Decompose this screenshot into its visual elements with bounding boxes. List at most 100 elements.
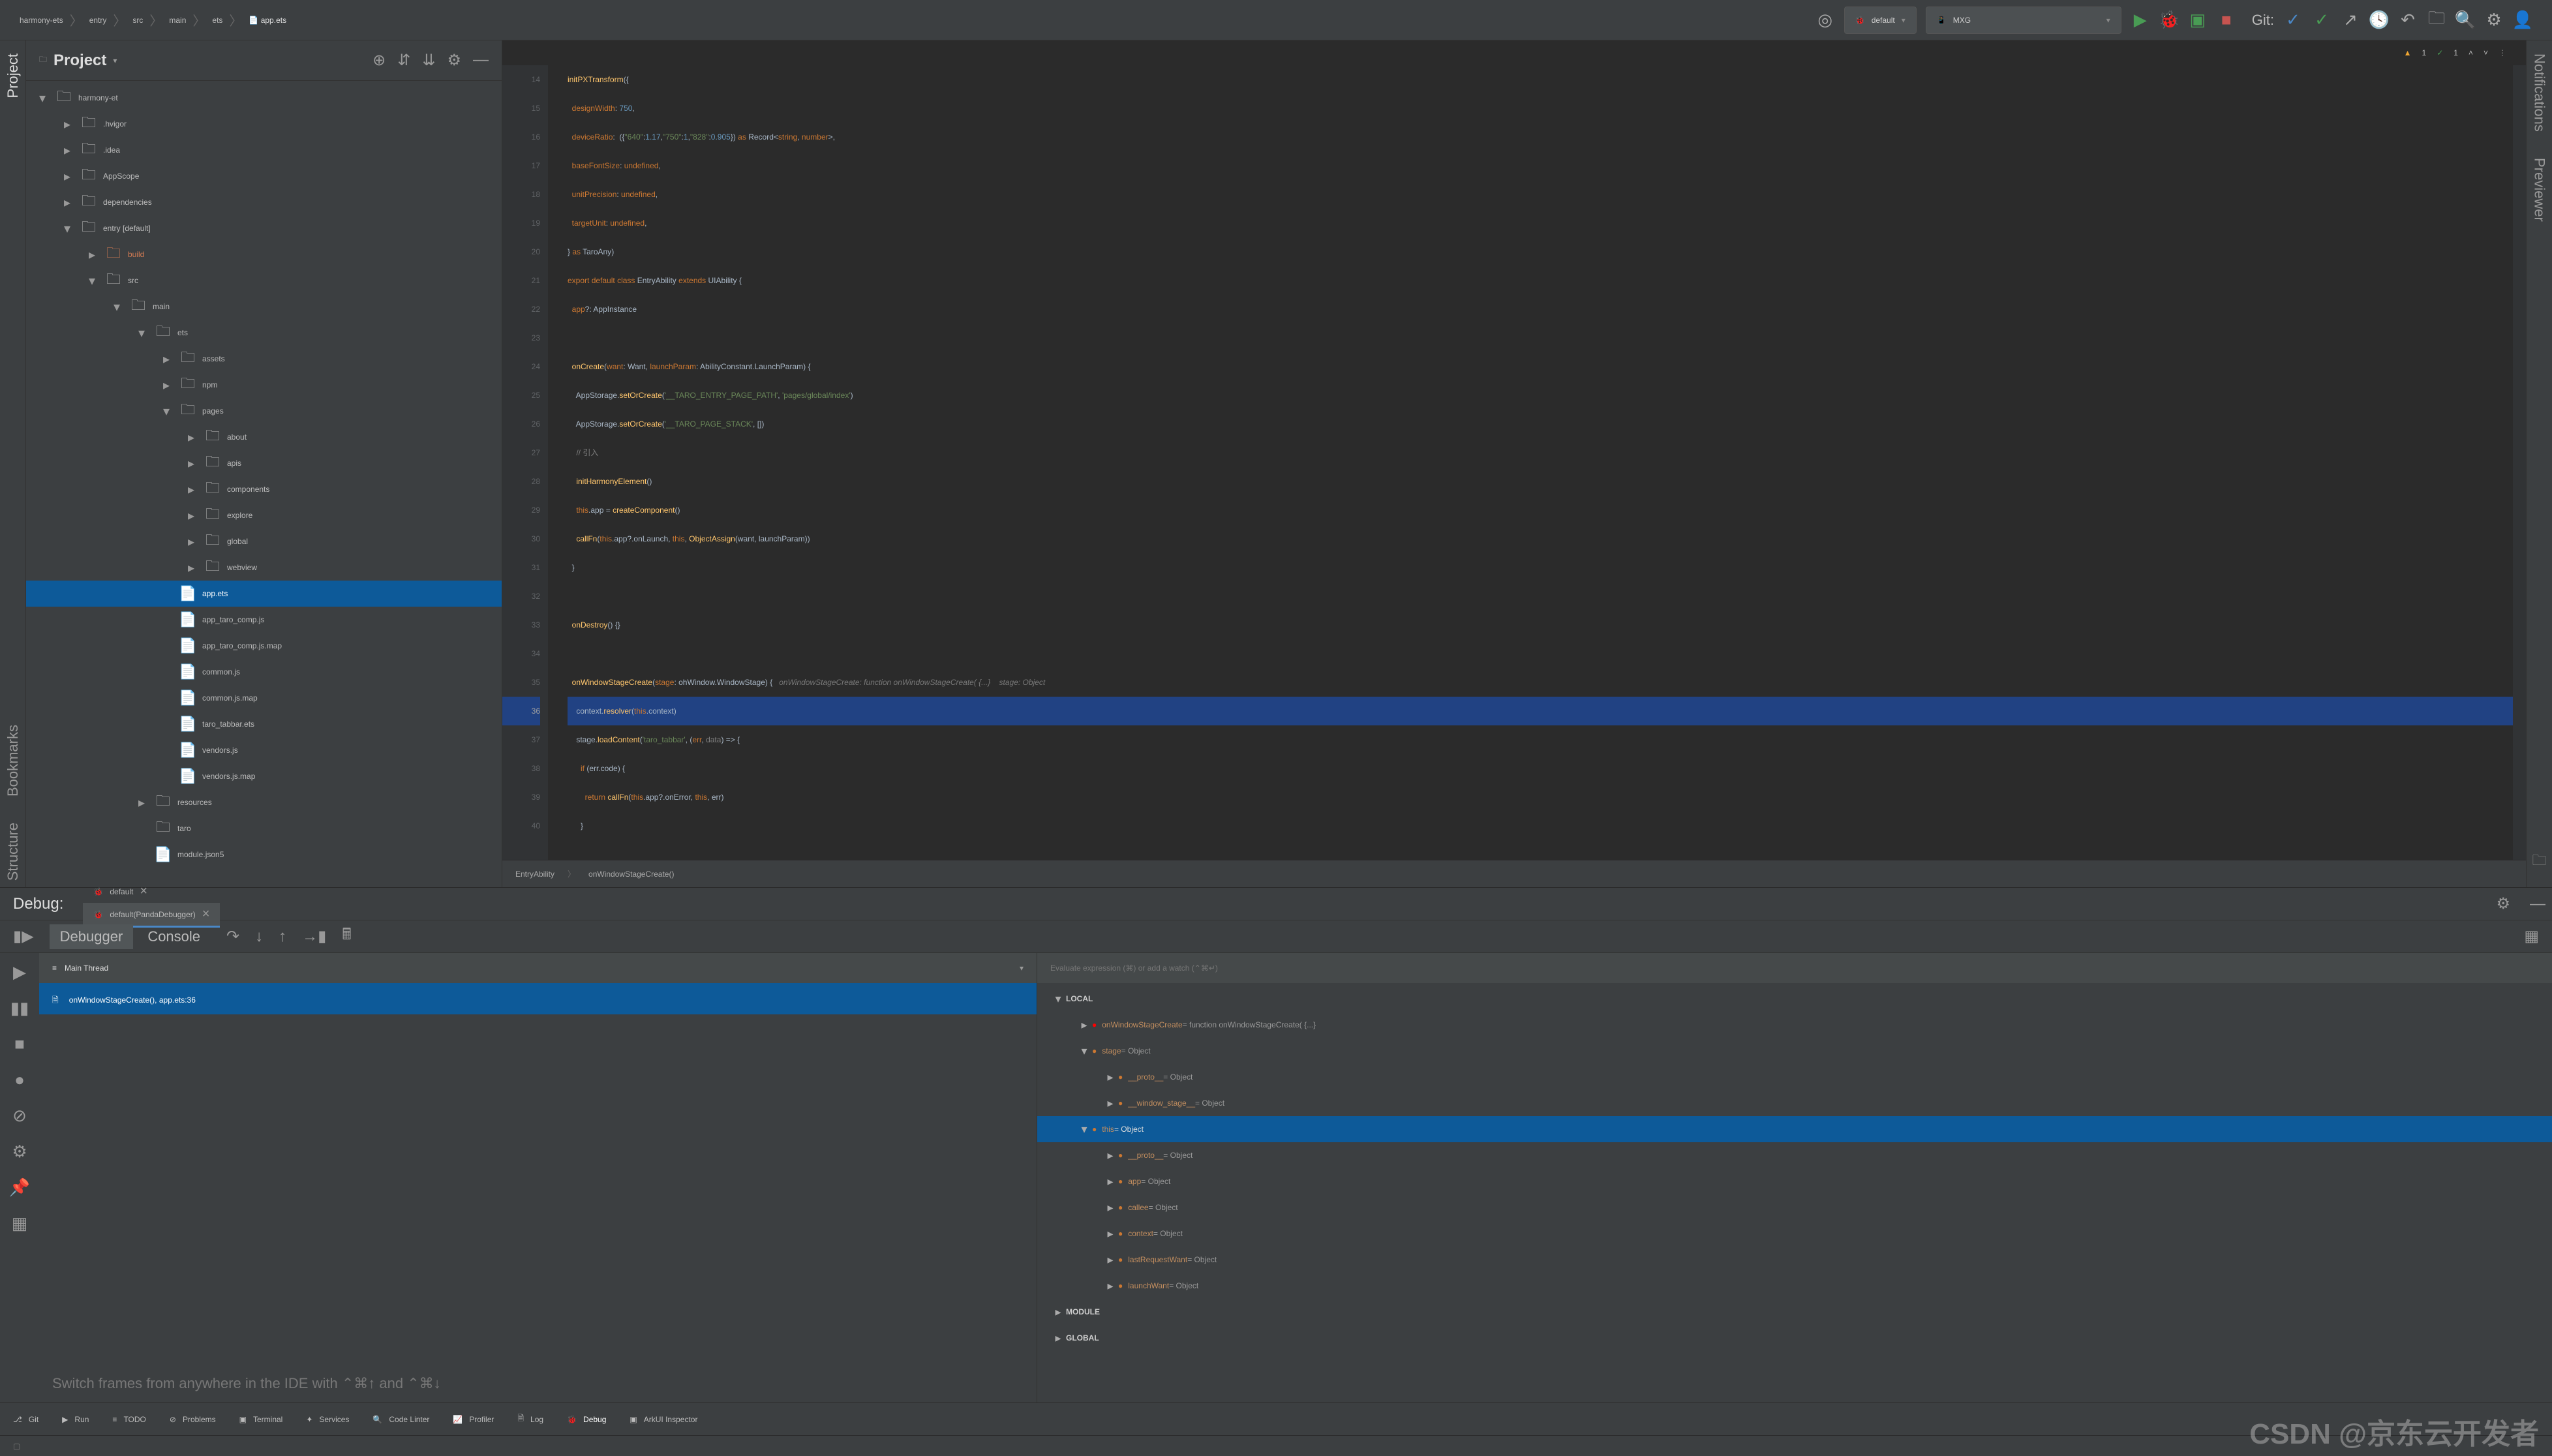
settings-icon[interactable]: ⚙ bbox=[12, 1142, 27, 1162]
variable-row[interactable]: ▸● callee = Object bbox=[1037, 1194, 2552, 1221]
bottom-tool-debug[interactable]: 🐞Debug bbox=[567, 1415, 606, 1424]
weak-warning-icon[interactable]: ✓ bbox=[2437, 48, 2443, 57]
collapse-all-icon[interactable]: ⇊ bbox=[422, 51, 435, 70]
bottom-tool-terminal[interactable]: ▣Terminal bbox=[239, 1415, 283, 1424]
run-to-cursor-icon[interactable]: →▮ bbox=[302, 927, 326, 946]
device-file-browser-tab[interactable]: 🗀 bbox=[2532, 849, 2546, 874]
bookmarks-tab[interactable]: Bookmarks bbox=[5, 718, 22, 803]
variable-row[interactable]: ▸● launchWant = Object bbox=[1037, 1273, 2552, 1299]
hide-icon[interactable]: — bbox=[2530, 895, 2545, 913]
tree-item[interactable]: 🗀taro bbox=[26, 815, 502, 842]
tree-item[interactable]: ▾🗀main bbox=[26, 294, 502, 320]
tree-item[interactable]: 📄vendors.js bbox=[26, 737, 502, 763]
tree-item[interactable]: ▾🗀harmony-et bbox=[26, 85, 502, 111]
variable-row[interactable]: ▸● onWindowStageCreate = function onWind… bbox=[1037, 1012, 2552, 1038]
variable-row[interactable]: ▸GLOBAL bbox=[1037, 1325, 2552, 1351]
rerun-icon[interactable]: ▶ bbox=[13, 962, 26, 982]
stop-icon[interactable]: ■ bbox=[14, 1034, 25, 1054]
layout-icon[interactable]: ▦ bbox=[2524, 927, 2539, 946]
line-gutter[interactable]: 1415161718192021222324252627282930313233… bbox=[502, 65, 548, 860]
resume-icon[interactable]: ▮▶ bbox=[13, 927, 34, 946]
more-icon[interactable]: ⋮ bbox=[2499, 48, 2506, 57]
pin-icon[interactable]: 📌 bbox=[9, 1177, 30, 1198]
mute-breakpoints-icon[interactable]: ⊘ bbox=[12, 1106, 27, 1126]
debug-icon[interactable]: 🐞 bbox=[2159, 10, 2179, 30]
thread-selector[interactable]: ≡ Main Thread ▾ bbox=[39, 953, 1037, 983]
variable-row[interactable]: ▸MODULE bbox=[1037, 1299, 2552, 1325]
variable-row[interactable]: ▾LOCAL bbox=[1037, 986, 2552, 1012]
run-icon[interactable]: ▶ bbox=[2131, 10, 2150, 30]
bottom-tool-run[interactable]: ▶Run bbox=[62, 1415, 89, 1424]
tree-item[interactable]: 📄app.ets bbox=[26, 581, 502, 607]
diff-icon[interactable]: 🗀 bbox=[2427, 10, 2446, 30]
settings-icon[interactable]: ⚙ bbox=[447, 51, 461, 70]
evaluate-input[interactable]: Evaluate expression (⌘) or add a watch (… bbox=[1037, 953, 2552, 983]
tree-item[interactable]: ▾🗀ets bbox=[26, 320, 502, 346]
variable-row[interactable]: ▸● __proto__ = Object bbox=[1037, 1064, 2552, 1090]
bottom-tool-code-linter[interactable]: 🔍Code Linter bbox=[372, 1415, 429, 1424]
bottom-tool-arkui-inspector[interactable]: ▣ArkUI Inspector bbox=[630, 1415, 697, 1424]
tree-item[interactable]: ▸🗀dependencies bbox=[26, 189, 502, 215]
variable-row[interactable]: ▸● context = Object bbox=[1037, 1221, 2552, 1247]
select-opened-file-icon[interactable]: ⊕ bbox=[372, 51, 386, 70]
evaluate-icon[interactable]: 🖩 bbox=[342, 923, 351, 950]
project-tab[interactable]: Project bbox=[5, 47, 22, 104]
tree-item[interactable]: ▸🗀components bbox=[26, 476, 502, 502]
tool-windows-icon[interactable]: ▢ bbox=[13, 1442, 20, 1451]
expand-all-icon[interactable]: ⇵ bbox=[397, 51, 410, 70]
tree-item[interactable]: 📄common.js bbox=[26, 659, 502, 685]
crumb-class[interactable]: EntryAbility bbox=[515, 870, 554, 879]
debug-tab[interactable]: 🐞default× bbox=[83, 880, 220, 903]
tree-item[interactable]: ▸🗀global bbox=[26, 528, 502, 554]
tree-item[interactable]: ▾🗀src bbox=[26, 267, 502, 294]
stop-icon[interactable]: ■ bbox=[2217, 10, 2236, 30]
variables-tree[interactable]: ▾LOCAL▸● onWindowStageCreate = function … bbox=[1037, 983, 2552, 1403]
bottom-tool-git[interactable]: ⎇Git bbox=[13, 1415, 38, 1424]
hide-icon[interactable]: — bbox=[473, 51, 489, 70]
user-icon[interactable]: 👤 bbox=[2513, 10, 2532, 30]
chevron-down-icon[interactable]: ▾ bbox=[113, 56, 117, 65]
tree-item[interactable]: 📄common.js.map bbox=[26, 685, 502, 711]
error-stripe[interactable] bbox=[2513, 65, 2526, 860]
tree-item[interactable]: ▸🗀.idea bbox=[26, 137, 502, 163]
tree-item[interactable]: ▸🗀about bbox=[26, 424, 502, 450]
search-icon[interactable]: 🔍 bbox=[2455, 10, 2475, 30]
tree-item[interactable]: ▸🗀apis bbox=[26, 450, 502, 476]
tree-item[interactable]: ▸🗀.hvigor bbox=[26, 111, 502, 137]
tree-item[interactable]: ▸🗀assets bbox=[26, 346, 502, 372]
tree-item[interactable]: ▾🗀entry [default] bbox=[26, 215, 502, 241]
variable-row[interactable]: ▸● app = Object bbox=[1037, 1168, 2552, 1194]
bottom-tool-services[interactable]: ✦Services bbox=[306, 1415, 349, 1424]
variable-row[interactable]: ▾● stage = Object bbox=[1037, 1038, 2552, 1064]
history-icon[interactable]: 🕓 bbox=[2369, 10, 2389, 30]
coverage-icon[interactable]: ▣ bbox=[2188, 10, 2208, 30]
tree-item[interactable]: 📄taro_tabbar.ets bbox=[26, 711, 502, 737]
target-icon[interactable]: ◎ bbox=[1815, 10, 1835, 30]
bottom-tool-todo[interactable]: ≡TODO bbox=[112, 1415, 145, 1424]
warning-icon[interactable]: ▲ bbox=[2404, 48, 2412, 57]
tree-item[interactable]: ▸🗀explore bbox=[26, 502, 502, 528]
tree-item[interactable]: ▸🗀npm bbox=[26, 372, 502, 398]
step-into-icon[interactable]: ↓ bbox=[255, 928, 263, 946]
more-icon[interactable]: ▦ bbox=[12, 1213, 28, 1234]
view-breakpoints-icon[interactable]: ● bbox=[14, 1070, 25, 1090]
debug-subtab[interactable]: Debugger bbox=[50, 924, 134, 949]
up-icon[interactable]: ˄ bbox=[2468, 48, 2473, 57]
step-out-icon[interactable]: ↑ bbox=[279, 928, 286, 946]
tree-item[interactable]: 📄app_taro_comp.js bbox=[26, 607, 502, 633]
tree-item[interactable]: ▸🗀webview bbox=[26, 554, 502, 581]
structure-tab[interactable]: Structure bbox=[5, 816, 22, 887]
bottom-tool-problems[interactable]: ⊘Problems bbox=[170, 1415, 216, 1424]
variable-row[interactable]: ▸● __proto__ = Object bbox=[1037, 1142, 2552, 1168]
down-icon[interactable]: ˅ bbox=[2484, 48, 2488, 57]
git-push-icon[interactable]: ↗ bbox=[2341, 10, 2360, 30]
pause-icon[interactable]: ▮▮ bbox=[10, 998, 29, 1018]
project-tree[interactable]: ▾🗀harmony-et▸🗀.hvigor▸🗀.idea▸🗀AppScope▸🗀… bbox=[26, 81, 502, 887]
bottom-tool-profiler[interactable]: 📈Profiler bbox=[453, 1415, 494, 1424]
step-over-icon[interactable]: ↷ bbox=[226, 927, 239, 946]
variable-row[interactable]: ▸● __window_stage__ = Object bbox=[1037, 1090, 2552, 1116]
tree-item[interactable]: ▸🗀AppScope bbox=[26, 163, 502, 189]
tree-item[interactable]: ▸🗀resources bbox=[26, 789, 502, 815]
tree-item[interactable]: ▾🗀pages bbox=[26, 398, 502, 424]
git-update-icon[interactable]: ✓ bbox=[2283, 10, 2303, 30]
